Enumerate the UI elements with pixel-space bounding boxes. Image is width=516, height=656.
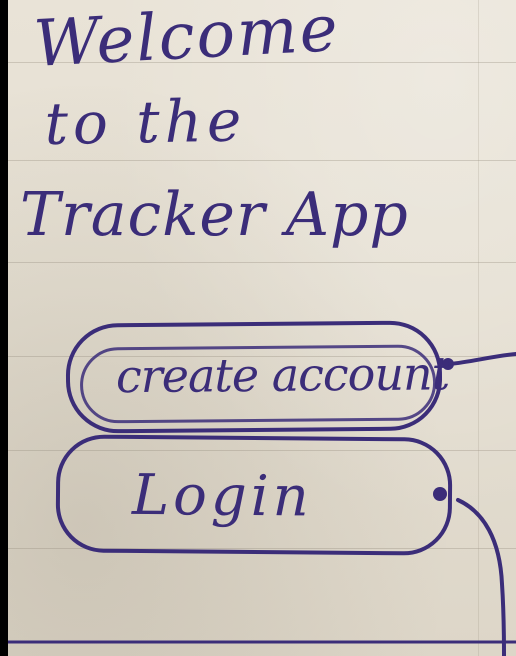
ruled-line (8, 262, 516, 263)
welcome-title-line-2: to the (44, 86, 247, 158)
create-account-label: create account (115, 346, 450, 404)
login-connector-line (456, 498, 506, 656)
welcome-title-line-3: Tracker App (20, 180, 409, 250)
paper-sheet: Welcome to the Tracker App create accoun… (8, 0, 516, 656)
ruled-line (8, 160, 516, 161)
login-label: Login (131, 462, 314, 530)
margin-line (478, 0, 479, 656)
welcome-title-line-1: Welcome (32, 0, 342, 82)
create-account-button[interactable]: create account (65, 320, 449, 434)
login-button[interactable]: Login (55, 434, 453, 556)
